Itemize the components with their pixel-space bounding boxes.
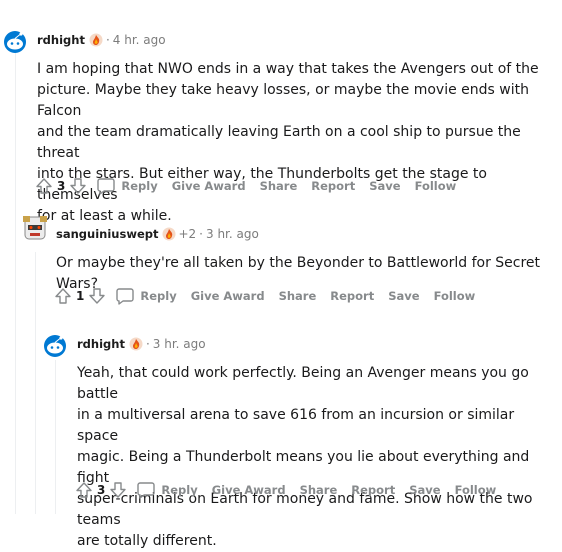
- timestamp[interactable]: 4 hr. ago: [113, 33, 166, 47]
- separator: ·: [199, 227, 203, 241]
- comment-bubble-icon: [116, 288, 135, 305]
- follow-button[interactable]: Follow: [434, 289, 476, 303]
- comment-actions: 1 Reply Give Award Share Report Save Fol…: [53, 284, 475, 308]
- vote-score: 3: [57, 179, 66, 193]
- fire-flair-icon: [89, 33, 103, 47]
- follow-button[interactable]: Follow: [455, 483, 497, 497]
- comment-actions: 3 Reply Give Award Share Report Save Fol…: [74, 478, 496, 502]
- give-award-button[interactable]: Give Award: [212, 483, 286, 497]
- thread-line[interactable]: [35, 252, 36, 514]
- comment-bubble-icon: [97, 178, 116, 195]
- separator: ·: [145, 337, 150, 351]
- comment-line: for at least a while.: [37, 208, 172, 224]
- save-button[interactable]: Save: [409, 483, 440, 497]
- report-button[interactable]: Report: [311, 179, 355, 193]
- comment-line: Yeah, that could work perfectly. Being a…: [77, 365, 529, 402]
- save-button[interactable]: Save: [369, 179, 400, 193]
- downvote-icon[interactable]: [68, 176, 88, 196]
- comment-body: Yeah, that could work perfectly. Being a…: [77, 363, 559, 552]
- comment-line: are totally different.: [77, 533, 217, 549]
- follow-button[interactable]: Follow: [415, 179, 457, 193]
- downvote-icon[interactable]: [87, 286, 107, 306]
- comment-line: and the team dramatically leaving Earth …: [37, 124, 521, 161]
- comment-body: I am hoping that NWO ends in a way that …: [37, 59, 557, 227]
- share-button[interactable]: Share: [300, 483, 338, 497]
- upvote-icon[interactable]: [34, 176, 54, 196]
- report-button[interactable]: Report: [330, 289, 374, 303]
- reply-label: Reply: [121, 179, 158, 193]
- timestamp[interactable]: 3 hr. ago: [206, 227, 259, 241]
- upvote-icon[interactable]: [53, 286, 73, 306]
- vote-score: 1: [76, 289, 85, 303]
- thread-line[interactable]: [15, 52, 16, 514]
- comment-line: I am hoping that NWO ends in a way that …: [37, 61, 539, 77]
- comment-meta: sanguiniuswept +2 · 3 hr. ago: [56, 227, 259, 241]
- upvote-icon[interactable]: [74, 480, 94, 500]
- separator: ·: [105, 33, 110, 47]
- username[interactable]: rdhight: [77, 337, 125, 351]
- custom-avatar[interactable]: [20, 213, 50, 243]
- comment-line: in a multiversal arena to save 616 from …: [77, 407, 515, 444]
- username[interactable]: sanguiniuswept: [56, 227, 158, 241]
- comment-line: picture. Maybe they take heavy losses, o…: [37, 82, 529, 119]
- snoo-avatar[interactable]: [42, 332, 68, 358]
- reply-button[interactable]: Reply: [96, 177, 158, 195]
- comment-bubble-icon: [137, 482, 156, 499]
- share-button[interactable]: Share: [279, 289, 317, 303]
- comment-actions: 3 Reply Give Award Share Report Save Fol…: [34, 174, 456, 198]
- give-award-button[interactable]: Give Award: [172, 179, 246, 193]
- give-award-button[interactable]: Give Award: [191, 289, 265, 303]
- thread-line[interactable]: [55, 360, 56, 514]
- fire-flair-icon: [162, 227, 176, 241]
- share-button[interactable]: Share: [260, 179, 298, 193]
- reply-button[interactable]: Reply: [136, 481, 198, 499]
- vote-score: 3: [97, 483, 106, 497]
- comment-meta: rdhight · 3 hr. ago: [77, 337, 206, 351]
- reply-label: Reply: [161, 483, 198, 497]
- flair-count: +2: [178, 227, 197, 241]
- save-button[interactable]: Save: [388, 289, 419, 303]
- report-button[interactable]: Report: [351, 483, 395, 497]
- reply-label: Reply: [140, 289, 177, 303]
- reply-button[interactable]: Reply: [115, 287, 177, 305]
- snoo-avatar[interactable]: [2, 28, 28, 54]
- fire-flair-icon: [129, 337, 143, 351]
- username[interactable]: rdhight: [37, 33, 85, 47]
- timestamp[interactable]: 3 hr. ago: [153, 337, 206, 351]
- comment-meta: rdhight · 4 hr. ago: [37, 33, 166, 47]
- downvote-icon[interactable]: [108, 480, 128, 500]
